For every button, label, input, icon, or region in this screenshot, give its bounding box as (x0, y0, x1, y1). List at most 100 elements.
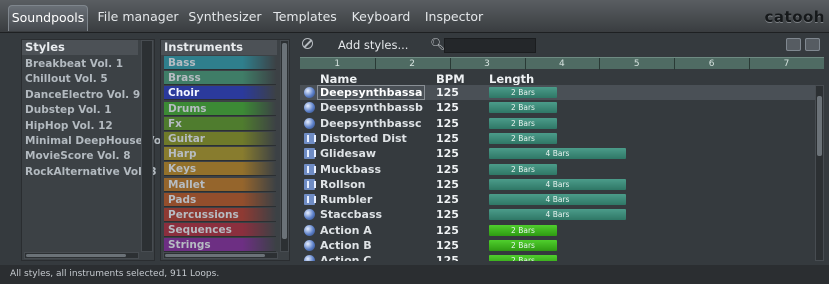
loop-length-bar[interactable]: 2 Bars (489, 163, 557, 175)
midi-loop-icon[interactable] (304, 194, 316, 206)
ruler-tick (449, 58, 451, 70)
styles-horizontal-scrollbar[interactable] (24, 252, 139, 259)
instruments-hscroll-thumb[interactable] (165, 254, 265, 257)
style-item[interactable]: MovieScore Vol. 8 (25, 150, 131, 162)
column-header-name[interactable]: Name (320, 72, 357, 86)
styles-vertical-scrollbar[interactable] (141, 40, 153, 252)
loop-length-bar[interactable]: 4 Bars (489, 209, 626, 221)
audio-loop-icon[interactable] (304, 102, 315, 114)
loop-row[interactable]: Muckbass 125 2 Bars (300, 162, 815, 177)
style-item[interactable]: Chillout Vol. 5 (25, 73, 108, 85)
clear-filter-icon[interactable] (302, 38, 313, 49)
loop-name: Deepsynthbassa (317, 85, 426, 100)
search-icon: 🔍︎ (430, 37, 446, 51)
instrument-item[interactable]: Harp (164, 147, 276, 162)
style-item[interactable]: Breakbeat Vol. 1 (25, 58, 123, 70)
loop-bpm: 125 (436, 86, 459, 99)
instruments-header: Instruments (161, 40, 277, 55)
loop-length-bar[interactable]: 4 Bars (489, 194, 626, 206)
instrument-item[interactable]: Brass (164, 71, 276, 86)
loop-length-bar[interactable]: 2 Bars (489, 102, 557, 114)
midi-loop-icon[interactable] (304, 148, 316, 160)
loop-length-bar[interactable]: 2 Bars (489, 255, 557, 261)
tab-soundpools[interactable]: Soundpools (8, 5, 88, 31)
audio-loop-icon[interactable] (304, 255, 315, 261)
loop-bpm: 125 (436, 101, 459, 115)
loop-name: Rumbler (320, 193, 373, 207)
instrument-item[interactable]: Fx (164, 116, 276, 131)
audio-loop-icon[interactable] (304, 209, 315, 221)
audio-loop-icon[interactable] (304, 224, 315, 236)
soundpool-browser: Styles Breakbeat Vol. 1 Chillout Vol. 5 Da… (0, 33, 829, 265)
loop-row[interactable]: Action B 125 2 Bars (300, 238, 815, 253)
loop-length-bar[interactable]: 2 Bars (489, 132, 557, 144)
loops-vertical-scrollbar[interactable] (815, 85, 824, 261)
top-tab-bar: Soundpools File manager Synthesizer Temp… (0, 0, 829, 33)
style-item[interactable]: RockAlternative Vol. 3 (25, 166, 157, 178)
midi-loop-icon[interactable] (304, 132, 316, 144)
loop-length-bar[interactable]: 2 Bars (489, 240, 557, 251)
loop-length-bar[interactable]: 2 Bars (489, 87, 557, 98)
loop-length-bar[interactable]: 4 Bars (489, 148, 626, 160)
loop-row[interactable]: Deepsynthbassb 125 2 Bars (300, 100, 815, 115)
column-header-bpm[interactable]: BPM (436, 72, 465, 86)
loop-name: Action B (320, 239, 372, 252)
loops-vscroll-thumb[interactable] (817, 96, 822, 156)
instrument-item[interactable]: Keys (164, 162, 276, 177)
audio-loop-icon[interactable] (304, 87, 315, 98)
loop-name: Muckbass (320, 162, 382, 176)
instrument-item[interactable]: Pads (164, 192, 276, 207)
style-item[interactable]: HipHop Vol. 12 (25, 120, 113, 132)
tab-keyboard[interactable]: Keyboard (346, 5, 416, 31)
tab-file-manager[interactable]: File manager (92, 5, 184, 31)
styles-hscroll-thumb[interactable] (26, 254, 126, 257)
styles-header: Styles (22, 40, 138, 55)
loop-row[interactable]: Deepsynthbassa 125 2 Bars (300, 85, 815, 100)
loop-length-bar[interactable]: 2 Bars (489, 224, 557, 236)
instrument-item[interactable]: Mallet (164, 177, 276, 192)
loop-list: Deepsynthbassa 125 2 Bars Deepsynthbassb 125… (300, 85, 815, 261)
instruments-vertical-scrollbar[interactable] (280, 40, 289, 252)
status-bar: All styles, all instruments selected, 91… (0, 265, 829, 284)
loop-bpm: 125 (436, 239, 459, 252)
list-view-icon[interactable] (786, 38, 801, 51)
audio-loop-icon[interactable] (304, 240, 315, 251)
instrument-item[interactable]: Choir (164, 86, 276, 101)
instrument-item[interactable]: Sequences (164, 223, 276, 238)
instrument-item[interactable]: Percussions (164, 208, 276, 222)
loop-row[interactable]: Staccbass 125 4 Bars (300, 207, 815, 222)
search-input[interactable] (444, 38, 536, 53)
instruments-vscroll-thumb[interactable] (282, 43, 287, 239)
loop-length-bar[interactable]: 2 Bars (489, 117, 557, 129)
instrument-item[interactable]: Bass (164, 56, 276, 70)
loop-row[interactable]: Rollson 125 4 Bars (300, 177, 815, 192)
midi-loop-icon[interactable] (304, 163, 316, 175)
add-styles-button[interactable]: Add styles... (338, 38, 408, 52)
loop-row[interactable]: Action C 125 2 Bars (300, 253, 815, 261)
instruments-horizontal-scrollbar[interactable] (163, 252, 278, 259)
instrument-item[interactable]: Strings (164, 238, 276, 253)
audio-loop-icon[interactable] (304, 117, 315, 129)
column-header-length[interactable]: Length (489, 72, 534, 86)
settings-icon[interactable] (805, 38, 820, 51)
instrument-item[interactable]: Drums (164, 101, 276, 116)
instrument-item[interactable]: Guitar (164, 132, 276, 146)
style-item[interactable]: DanceElectro Vol. 9 (25, 89, 140, 101)
style-item[interactable]: Dubstep Vol. 1 (25, 104, 112, 116)
tab-inspector[interactable]: Inspector (422, 5, 486, 31)
loop-name: Rollson (320, 177, 366, 191)
loop-row[interactable]: Distorted Dist 125 2 Bars (300, 131, 815, 146)
ruler-bar-number: 7 (783, 59, 790, 69)
loop-name: Action A (320, 223, 372, 237)
loop-row[interactable]: Glidesaw 125 4 Bars (300, 146, 815, 161)
tab-synthesizer[interactable]: Synthesizer (186, 5, 264, 31)
brand-logo: catooh (764, 8, 825, 26)
loop-length-bar[interactable]: 4 Bars (489, 178, 626, 190)
loop-bpm: 125 (436, 131, 459, 145)
loop-name: Action C (320, 254, 372, 261)
loop-row[interactable]: Rumbler 125 4 Bars (300, 192, 815, 207)
midi-loop-icon[interactable] (304, 178, 316, 190)
tab-templates[interactable]: Templates (270, 5, 340, 31)
loop-row[interactable]: Action A 125 2 Bars (300, 223, 815, 238)
loop-row[interactable]: Deepsynthbassc 125 2 Bars (300, 116, 815, 131)
